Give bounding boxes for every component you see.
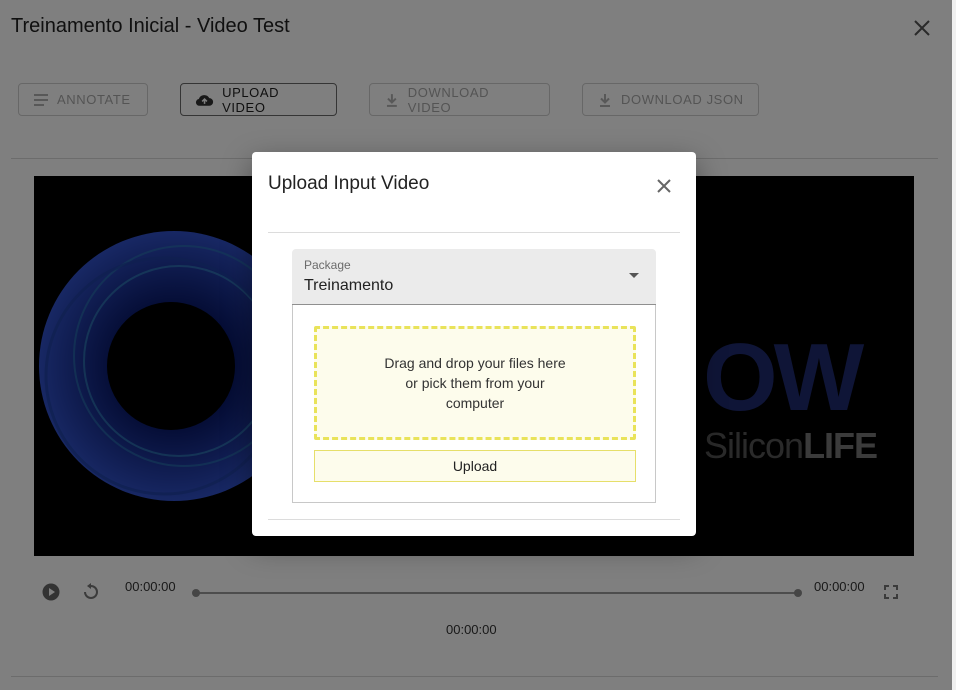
close-icon[interactable] [652,174,676,198]
upload-panel: Drag and drop your files here or pick th… [292,305,656,503]
dropzone-text: Drag and drop your files here or pick th… [384,355,566,411]
dialog-title: Upload Input Video [268,173,430,194]
dropdown-arrow-icon [629,273,639,278]
dialog-divider-top [268,232,680,233]
upload-button[interactable]: Upload [314,450,636,482]
package-label: Package [304,258,351,272]
upload-dialog: Upload Input Video Package Treinamento D… [252,152,696,536]
package-select[interactable]: Package Treinamento [292,249,656,305]
package-value: Treinamento [304,277,394,294]
file-dropzone[interactable]: Drag and drop your files here or pick th… [314,326,636,440]
scrollbar-track [952,0,956,690]
dialog-divider-bottom [268,519,680,520]
